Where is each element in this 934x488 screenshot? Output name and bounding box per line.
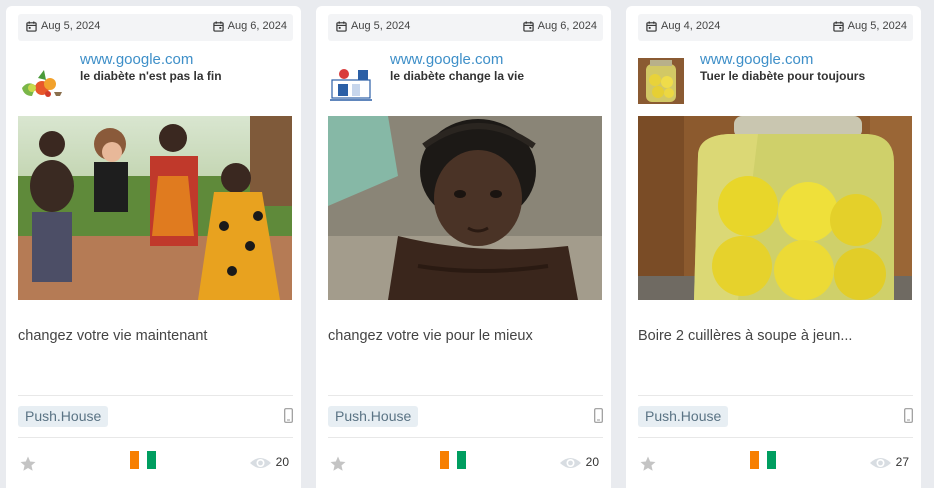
ad-headline: Tuer le diabète pour toujours <box>700 69 866 83</box>
end-date: Aug 6, 2024 <box>212 20 287 32</box>
view-count: 20 <box>275 455 289 469</box>
ad-image <box>328 116 602 300</box>
end-date-text: Aug 6, 2024 <box>537 20 597 32</box>
network-tag[interactable]: Push.House <box>638 406 729 427</box>
cote-divoire-flag-icon <box>440 451 466 469</box>
ad-thumbnail <box>18 58 64 104</box>
divider <box>328 437 603 438</box>
ad-image <box>18 116 292 300</box>
calendar-icon <box>522 20 534 32</box>
ad-description: Boire 2 cuillères à soupe à jeun... <box>638 328 853 344</box>
ad-headline: le diabète n'est pas la fin <box>80 69 222 83</box>
start-date-text: Aug 4, 2024 <box>661 20 721 32</box>
ad-image <box>638 116 912 300</box>
end-date-text: Aug 5, 2024 <box>847 20 907 32</box>
end-date: Aug 5, 2024 <box>832 20 907 32</box>
calendar-icon <box>646 20 657 32</box>
ad-domain-link[interactable]: www.google.com <box>80 51 193 68</box>
ad-card[interactable]: Aug 5, 2024 Aug 6, 2024 www.google.com l… <box>6 6 301 488</box>
mobile-icon <box>594 408 603 423</box>
ad-description: changez votre vie pour le mieux <box>328 328 533 344</box>
network-tag[interactable]: Push.House <box>18 406 109 427</box>
network-tag[interactable]: Push.House <box>328 406 419 427</box>
ad-thumbnail <box>328 58 374 104</box>
calendar-icon <box>832 20 844 32</box>
eye-icon <box>560 458 581 468</box>
date-range: Aug 4, 2024 Aug 5, 2024 <box>638 14 913 41</box>
star-icon[interactable] <box>19 455 37 473</box>
eye-icon <box>250 458 271 468</box>
mobile-icon <box>284 408 293 423</box>
eye-icon <box>870 458 891 468</box>
ad-domain-link[interactable]: www.google.com <box>390 51 503 68</box>
start-date: Aug 5, 2024 <box>336 20 410 32</box>
ad-headline: le diabète change la vie <box>390 69 525 83</box>
divider <box>328 395 603 396</box>
end-date: Aug 6, 2024 <box>522 20 597 32</box>
divider <box>638 395 913 396</box>
calendar-icon <box>212 20 224 32</box>
calendar-icon <box>336 20 347 32</box>
cote-divoire-flag-icon <box>750 451 776 469</box>
ad-card[interactable]: Aug 4, 2024 Aug 5, 2024 www.google.com T… <box>626 6 921 488</box>
ad-thumbnail <box>638 58 684 104</box>
star-icon[interactable] <box>329 455 347 473</box>
date-range: Aug 5, 2024 Aug 6, 2024 <box>18 14 293 41</box>
star-icon[interactable] <box>639 455 657 473</box>
calendar-icon <box>26 20 37 32</box>
ad-card[interactable]: Aug 5, 2024 Aug 6, 2024 www.google.com l… <box>316 6 611 488</box>
end-date-text: Aug 6, 2024 <box>227 20 287 32</box>
date-range: Aug 5, 2024 Aug 6, 2024 <box>328 14 603 41</box>
cote-divoire-flag-icon <box>130 451 156 469</box>
divider <box>18 437 293 438</box>
start-date: Aug 4, 2024 <box>646 20 720 32</box>
view-count: 20 <box>585 455 599 469</box>
divider <box>638 437 913 438</box>
view-count: 27 <box>895 455 909 469</box>
start-date-text: Aug 5, 2024 <box>351 20 411 32</box>
ad-domain-link[interactable]: www.google.com <box>700 51 813 68</box>
mobile-icon <box>904 408 913 423</box>
ad-description: changez votre vie maintenant <box>18 328 208 344</box>
start-date: Aug 5, 2024 <box>26 20 100 32</box>
start-date-text: Aug 5, 2024 <box>41 20 101 32</box>
divider <box>18 395 293 396</box>
